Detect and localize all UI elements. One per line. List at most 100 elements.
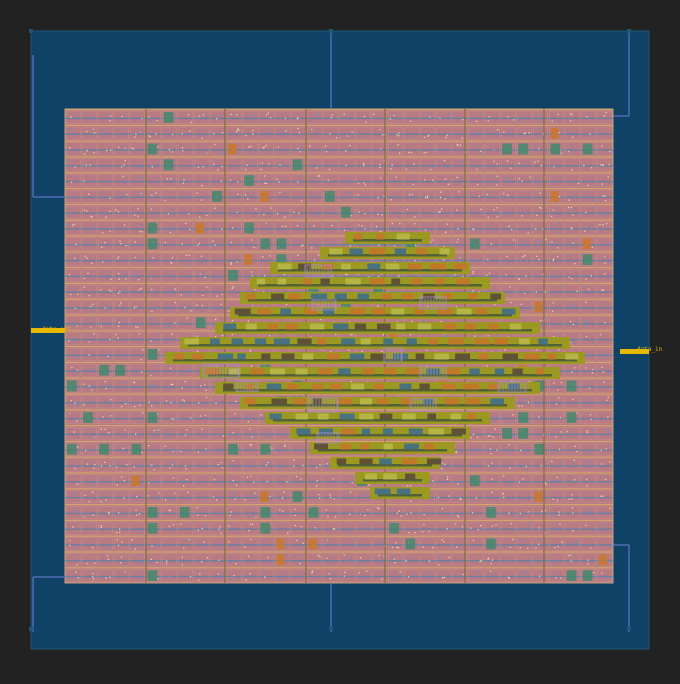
cluster-track <box>353 239 422 242</box>
via-contact <box>279 578 281 580</box>
row-track <box>65 528 613 530</box>
via-contact <box>121 541 123 543</box>
via-contact <box>150 340 152 342</box>
macro-cell <box>260 522 271 534</box>
via-contact <box>394 571 396 573</box>
via-contact <box>166 304 168 306</box>
via-contact <box>91 491 94 494</box>
via-contact <box>398 135 400 137</box>
via-contact <box>544 291 547 293</box>
cluster-cell <box>302 278 312 285</box>
cluster-cell <box>174 353 185 360</box>
via-contact <box>69 428 71 431</box>
via-contact <box>171 575 173 578</box>
via-contact <box>461 137 464 139</box>
via-contact <box>124 290 126 292</box>
via-contact <box>237 531 240 533</box>
via-contact <box>357 112 359 114</box>
via-contact <box>214 318 217 321</box>
via-contact <box>131 548 134 550</box>
via-contact <box>559 333 561 336</box>
via-contact <box>570 479 572 482</box>
via-contact <box>394 556 396 558</box>
via-contact <box>491 491 493 494</box>
via-contact <box>600 449 602 451</box>
via-contact <box>577 339 579 341</box>
via-contact <box>422 546 424 548</box>
via-contact <box>232 528 235 530</box>
via-contact <box>409 168 412 170</box>
via-contact <box>585 301 587 303</box>
via-contact <box>279 191 281 194</box>
via-contact <box>327 179 330 182</box>
via-contact <box>88 193 90 195</box>
via-contact <box>573 459 576 462</box>
via-contact <box>572 340 574 342</box>
via-contact <box>552 240 555 243</box>
cluster-cell <box>223 323 237 330</box>
via-contact <box>572 242 574 244</box>
via-contact <box>379 148 382 150</box>
via-contact <box>478 448 480 451</box>
cluster-cell <box>478 353 489 360</box>
via-contact <box>86 463 89 465</box>
via-contact <box>77 509 79 512</box>
cluster-cell <box>406 368 421 375</box>
via-contact <box>346 510 348 513</box>
via-contact <box>85 370 88 372</box>
via-contact <box>406 118 408 120</box>
via-contact <box>203 510 205 512</box>
via-contact <box>329 133 331 135</box>
via-contact <box>250 494 252 497</box>
via-contact <box>333 528 336 530</box>
via-contact <box>509 483 511 486</box>
via-contact <box>439 555 441 558</box>
via-contact <box>375 197 377 199</box>
via-contact <box>231 195 234 198</box>
via-contact <box>472 500 474 503</box>
via-contact <box>286 475 289 477</box>
via-contact <box>89 162 91 164</box>
via-contact <box>91 311 93 313</box>
via-contact <box>167 386 169 388</box>
via-contact <box>302 223 304 225</box>
via-contact <box>264 576 266 578</box>
cluster-cell <box>359 398 373 405</box>
via-contact <box>71 324 73 326</box>
via-contact <box>586 450 589 452</box>
via-contact <box>262 318 265 321</box>
via-contact <box>491 167 493 170</box>
via-contact <box>535 228 537 230</box>
via-contact <box>170 383 172 386</box>
via-contact <box>507 116 509 118</box>
cluster-cell <box>231 338 244 345</box>
cluster-cell <box>359 413 374 420</box>
layout-viewer[interactable]: data_out data_in <box>0 0 680 680</box>
via-contact <box>398 547 400 549</box>
via-contact <box>609 431 611 434</box>
via-contact <box>108 432 110 434</box>
row-track <box>65 180 613 183</box>
via-contact <box>216 288 218 290</box>
via-contact <box>456 241 458 243</box>
via-contact <box>496 163 498 165</box>
via-contact <box>431 166 434 168</box>
via-contact <box>75 510 78 512</box>
via-contact <box>529 558 531 561</box>
via-contact <box>457 238 459 241</box>
macro-cell <box>147 349 158 360</box>
via-contact <box>439 210 441 213</box>
via-contact <box>140 131 142 133</box>
via-contact <box>282 274 284 276</box>
via-contact <box>173 492 176 494</box>
via-contact <box>393 558 396 560</box>
via-contact <box>509 131 511 133</box>
via-contact <box>102 232 104 234</box>
via-contact <box>168 273 170 275</box>
via-contact <box>125 128 128 130</box>
macro-cell <box>582 143 593 155</box>
via-contact <box>217 169 219 171</box>
via-contact <box>301 216 303 218</box>
via-contact <box>424 224 426 226</box>
via-contact <box>142 349 144 351</box>
